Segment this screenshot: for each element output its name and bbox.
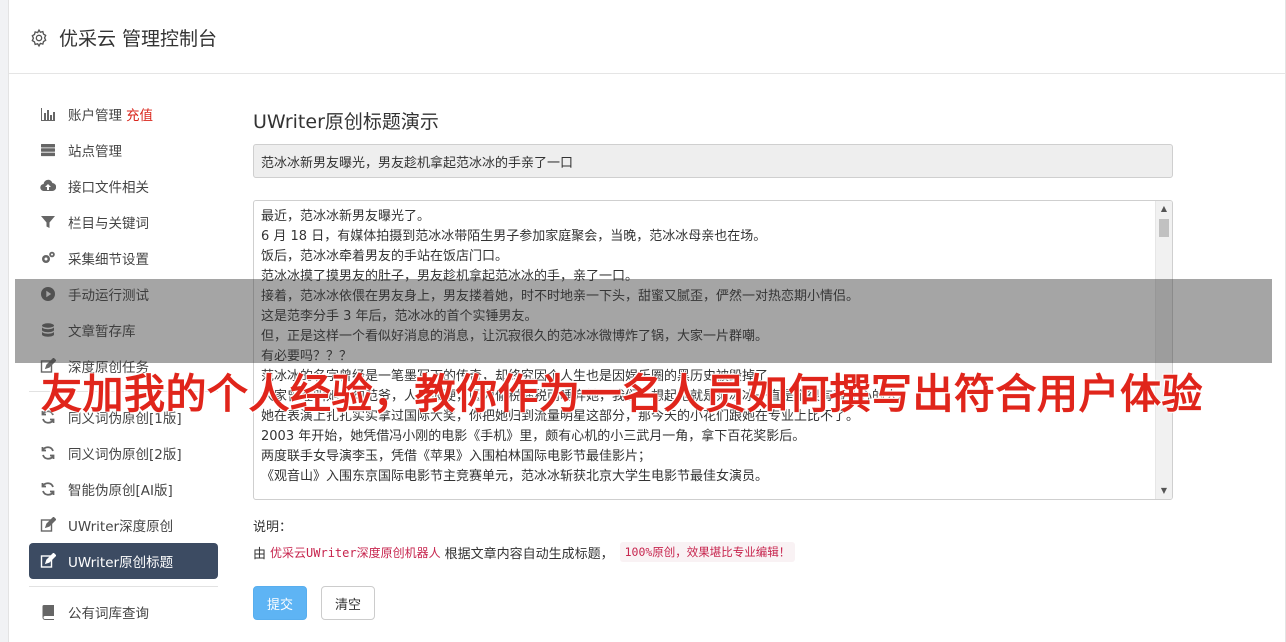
gears-icon: [39, 249, 57, 267]
gear-icon: [31, 28, 47, 47]
scroll-thumb[interactable]: [1159, 219, 1169, 237]
refresh-icon: [39, 444, 57, 462]
edit-icon: [39, 552, 57, 570]
sidebar-item-label: UWriter深度原创: [68, 519, 174, 535]
book-icon: [39, 603, 57, 621]
sidebar-item-label: 同义词伪原创[2版]: [68, 447, 182, 463]
sidebar-item-account[interactable]: 账户管理 充值: [29, 96, 218, 132]
filter-icon: [39, 213, 57, 231]
edit-icon: [39, 516, 57, 534]
content-line: 两度联手女导演李玉，凭借《苹果》入围柏林国际电影节最佳影片；: [261, 449, 652, 464]
top-bar: 优采云 管理控制台: [9, 0, 1285, 74]
sidebar-item-label: 账户管理: [68, 108, 122, 124]
sidebar-item-label: 采集细节设置: [68, 252, 149, 268]
submit-button[interactable]: 提交: [253, 586, 307, 620]
original-badge: 100%原创，效果堪比专业编辑！: [619, 542, 796, 562]
sidebar-item-label: 站点管理: [68, 144, 122, 160]
content-line: 最近，范冰冰新男友曝光了。: [261, 209, 431, 224]
sidebar-item-interface-files[interactable]: 接口文件相关: [29, 168, 218, 204]
robot-name: 优采云UWriter深度原创机器人: [270, 545, 441, 560]
sidebar-item-uwriter-deep[interactable]: UWriter深度原创: [29, 507, 218, 543]
recharge-link[interactable]: 充值: [126, 104, 153, 124]
sidebar-item-uwriter-title[interactable]: UWriter原创标题: [29, 543, 218, 579]
content-line: 《观音山》入围东京国际电影节主竞赛单元，范冰冰斩获北京大学生电影节最佳女演员。: [261, 469, 769, 484]
sidebar-item-sites[interactable]: 站点管理: [29, 132, 218, 168]
sidebar-item-label: 公有词库查询: [68, 606, 149, 622]
sidebar-item-label: 智能伪原创[AI版]: [68, 483, 173, 499]
content-line: 6 月 18 日，有媒体拍摄到范冰冰带陌生男子参加家庭聚会，当晚，范冰冰母亲也在…: [261, 229, 767, 244]
cloud-upload-icon: [39, 177, 57, 195]
sidebar-divider: [29, 586, 218, 587]
sidebar-item-synonym-v2[interactable]: 同义词伪原创[2版]: [29, 435, 218, 471]
sidebar-item-columns-keywords[interactable]: 栏目与关键词: [29, 204, 218, 240]
sidebar-item-ai-rewrite[interactable]: 智能伪原创[AI版]: [29, 471, 218, 507]
action-buttons: 提交 清空: [253, 586, 1183, 620]
sidebar-item-label: 栏目与关键词: [68, 216, 149, 232]
clear-button[interactable]: 清空: [321, 586, 375, 620]
content-line: 饭后，范冰冰牵着男友的手站在饭店门口。: [261, 249, 509, 264]
sidebar-item-collect-settings[interactable]: 采集细节设置: [29, 240, 218, 276]
page-title: UWriter原创标题演示: [253, 111, 439, 133]
note-text: 由 优采云UWriter深度原创机器人 根据文章内容自动生成标题， 100%原创…: [253, 542, 1183, 562]
bar-chart-icon: [39, 105, 57, 123]
scroll-up-icon[interactable]: ▲: [1156, 201, 1172, 217]
brand[interactable]: 优采云 管理控制台: [29, 24, 217, 51]
note-middle: 根据文章内容自动生成标题，: [444, 546, 614, 562]
brand-title: 优采云 管理控制台: [59, 28, 218, 50]
sidebar-item-label: 接口文件相关: [68, 180, 149, 196]
watermark-band: [15, 279, 1272, 363]
note-prefix: 由: [253, 546, 267, 562]
content-line: 2003 年开始，她凭借冯小刚的电影《手机》里，颇有心机的小三武月一角，拿下百花…: [261, 429, 806, 444]
scroll-down-icon[interactable]: ▼: [1156, 483, 1172, 499]
watermark-text: 友加我的个人经验，教你作为一名人员如何撰写出符合用户体验: [41, 370, 1203, 418]
note-label: 说明：: [253, 520, 293, 535]
refresh-icon: [39, 480, 57, 498]
sidebar-item-public-lexicon[interactable]: 公有词库查询: [29, 594, 218, 630]
server-icon: [39, 141, 57, 159]
sidebar-item-label: UWriter原创标题: [68, 555, 174, 571]
generated-title-field[interactable]: 范冰冰新男友曝光，男友趁机拿起范冰冰的手亲了一口: [253, 144, 1173, 178]
